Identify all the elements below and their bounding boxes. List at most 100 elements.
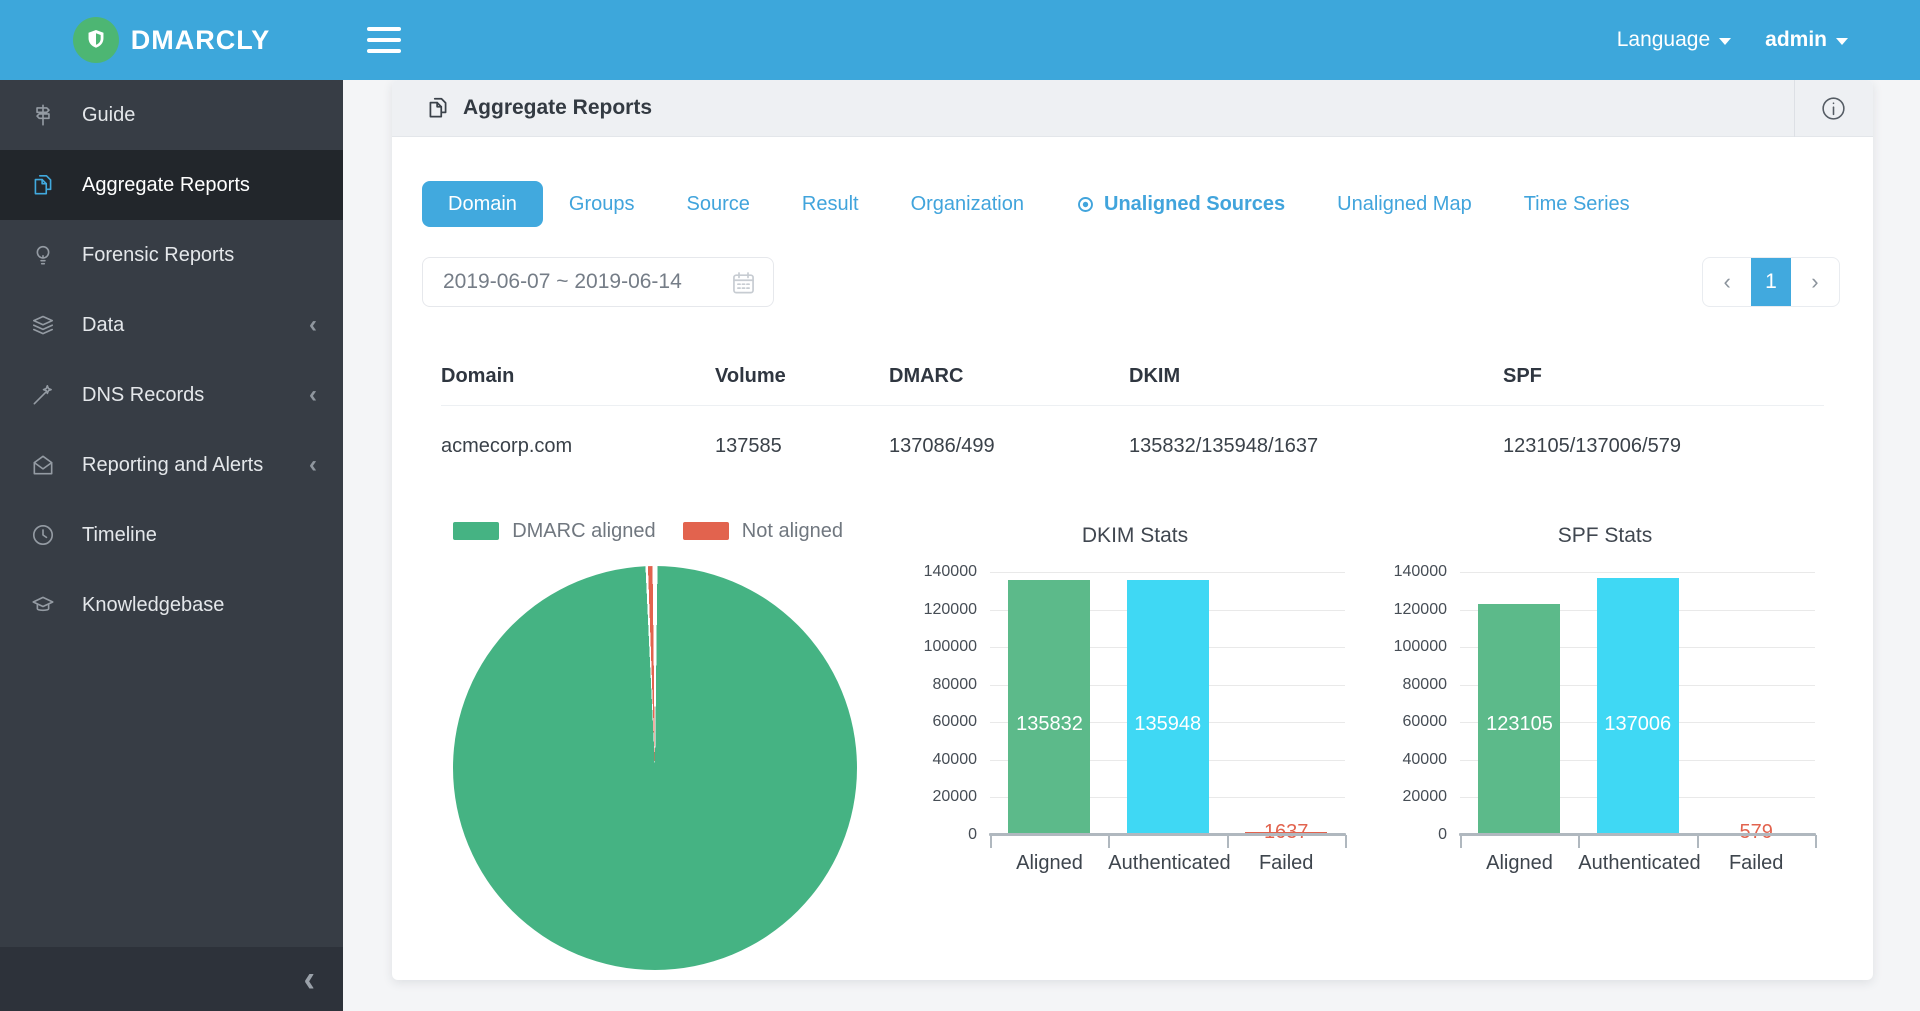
column-header-dkim: DKIM [1129,365,1503,388]
y-axis-label: 120000 [1390,601,1447,619]
chevron-left-icon: ‹ [309,453,317,477]
hamburger-menu-icon[interactable] [367,27,401,53]
x-axis [989,833,1346,836]
y-axis-label: 140000 [920,563,977,581]
tab-time-series[interactable]: Time Series [1498,181,1656,227]
bar-value-label: 123105 [1460,713,1579,736]
brand-logo[interactable]: DMARCLY [0,0,343,80]
sidebar-item-reporting-and-alerts[interactable]: Reporting and Alerts‹ [0,430,343,500]
x-axis-label: Aligned [990,852,1109,875]
axis-tick [1345,835,1347,848]
table-cell: 137086/499 [889,435,1129,458]
axis-tick [1578,835,1580,848]
y-axis-label: 20000 [920,788,977,806]
pagination-next-button[interactable]: › [1791,258,1839,306]
caret-down-icon [1719,38,1731,45]
column-header-domain: Domain [441,365,715,388]
sidebar-item-dns-records[interactable]: DNS Records‹ [0,360,343,430]
dkim-stats-chart: DKIM Stats140000120000100000800006000040… [920,500,1350,900]
clock-icon [30,522,56,548]
axis-tick [1697,835,1699,848]
column-header-volume: Volume [715,365,889,388]
tab-source[interactable]: Source [661,181,776,227]
shield-logo-icon [73,17,119,63]
sidebar-item-label: Reporting and Alerts [82,454,309,477]
y-axis-label: 60000 [920,713,977,731]
sidebar-item-label: Guide [82,104,317,127]
legend-label: DMARC aligned [512,520,655,543]
chevron-left-icon: ‹ [309,383,317,407]
tab-unaligned-map[interactable]: Unaligned Map [1311,181,1498,227]
pagination-prev-button[interactable]: ‹ [1703,258,1751,306]
tab-result[interactable]: Result [776,181,885,227]
chart-title: DKIM Stats [920,524,1350,548]
wand-icon [30,382,56,408]
sidebar-item-label: Knowledgebase [82,594,317,617]
brand-name: DMARCLY [131,25,271,56]
y-axis-label: 120000 [920,601,977,619]
legend-label: Not aligned [742,520,843,543]
calendar-icon [730,269,757,296]
axis-tick [1815,835,1817,848]
bar-aligned [1008,580,1090,835]
sidebar-item-forensic-reports[interactable]: Forensic Reports [0,220,343,290]
sidebar-item-data[interactable]: Data‹ [0,290,343,360]
tab-unaligned-sources[interactable]: Unaligned Sources [1050,181,1311,227]
table-row: acmecorp.com137585137086/499135832/13594… [441,406,1824,486]
bar-value-label: 135832 [990,713,1109,736]
signpost-icon [30,102,56,128]
sidebar-item-timeline[interactable]: Timeline [0,500,343,570]
y-axis-label: 100000 [1390,638,1447,656]
sidebar-nav: Guide Aggregate Reports Forensic Reports Da… [0,80,343,640]
sidebar-footer: ‹ [0,947,343,1011]
tab-groups[interactable]: Groups [543,181,661,227]
y-axis-label: 60000 [1390,713,1447,731]
pagination-page-1[interactable]: 1 [1751,258,1790,306]
chevron-left-icon: ‹ [309,313,317,337]
divider [1794,80,1795,137]
caret-down-icon [1836,38,1848,45]
language-menu[interactable]: Language [1617,28,1731,52]
dmarc-alignment-pie [453,566,857,970]
top-bar: DMARCLY Language admin [0,0,1920,80]
date-range-picker[interactable]: 2019-06-07 ~ 2019-06-14 [422,257,774,307]
pagination: ‹ 1 › [1702,257,1840,307]
sidebar-collapse-icon[interactable]: ‹ [304,960,315,997]
sidebar-item-label: Forensic Reports [82,244,317,267]
table-cell: 137585 [715,435,889,458]
y-axis-label: 40000 [1390,751,1447,769]
tab-label: Domain [448,193,517,216]
table-cell: 135832/135948/1637 [1129,435,1503,458]
bullseye-icon [1076,195,1095,214]
sidebar-item-aggregate-reports[interactable]: Aggregate Reports [0,150,343,220]
sidebar-item-guide[interactable]: Guide [0,80,343,150]
report-tabs: DomainGroupsSourceResultOrganizationUnal… [422,181,1656,227]
legend-swatch-dmarc-aligned [453,522,499,540]
aggregate-reports-panel: Aggregate Reports Domain Groups SourceResu… [392,80,1873,980]
tab-label: Unaligned Map [1337,193,1472,216]
documents-icon [425,95,451,121]
user-menu[interactable]: admin [1765,28,1848,52]
y-axis-label: 40000 [920,751,977,769]
bar-authenticated [1597,578,1679,835]
axis-tick [1108,835,1110,848]
chart-title: SPF Stats [1390,524,1820,548]
y-axis-label: 0 [1390,826,1447,844]
sidebar-item-knowledgebase[interactable]: Knowledgebase [0,570,343,640]
spf-stats-chart: SPF Stats1400001200001000008000060000400… [1390,500,1820,900]
sidebar-item-label: Timeline [82,524,317,547]
y-axis-label: 80000 [1390,676,1447,694]
panel-header: Aggregate Reports [392,80,1873,137]
info-icon[interactable] [1820,95,1847,122]
tab-label: Time Series [1524,193,1630,216]
tab-label: Groups [569,193,635,216]
sidebar-item-label: Data [82,314,309,337]
y-axis-label: 100000 [920,638,977,656]
user-menu-label: admin [1765,28,1827,52]
table-cell: acmecorp.com [441,435,715,458]
tab-domain[interactable]: Domain [422,181,543,227]
axis-tick [1460,835,1462,848]
report-table: DomainVolumeDMARCDKIMSPFacmecorp.com1375… [441,348,1824,486]
documents-icon [30,172,56,198]
tab-organization[interactable]: Organization [885,181,1050,227]
